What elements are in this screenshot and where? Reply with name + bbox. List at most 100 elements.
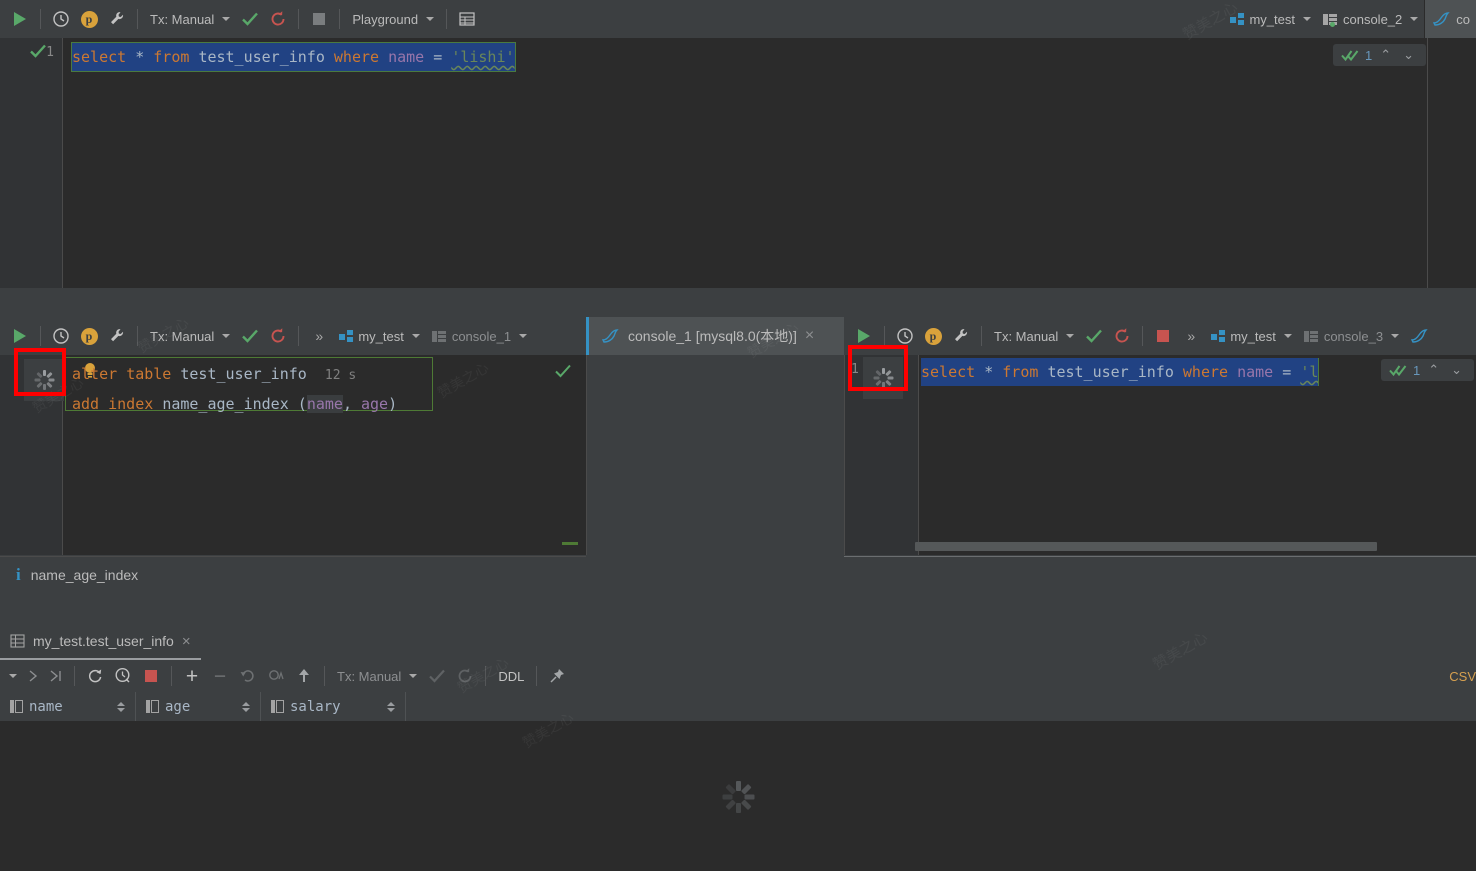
tx-mode-selector[interactable]: Tx: Manual xyxy=(144,329,236,344)
divider xyxy=(1142,326,1144,346)
commit-button[interactable] xyxy=(423,662,451,690)
csv-format-button[interactable]: CSV xyxy=(1443,669,1476,684)
data-editor-button[interactable] xyxy=(453,5,481,33)
parameters-button[interactable]: p xyxy=(75,5,103,33)
tx-mode-selector[interactable]: Tx: Manual xyxy=(331,669,423,684)
sort-toggle-icon[interactable] xyxy=(232,701,250,712)
history-button[interactable] xyxy=(891,322,919,350)
splitter-top[interactable] xyxy=(0,288,1476,317)
revert-selected-button[interactable] xyxy=(262,662,290,690)
stop-button[interactable] xyxy=(305,5,333,33)
chevron-down-icon xyxy=(409,674,418,678)
commit-button[interactable] xyxy=(236,322,264,350)
settings-button[interactable] xyxy=(103,322,131,350)
parameters-button[interactable]: p xyxy=(919,322,947,350)
datasource-selector-right[interactable]: my_test xyxy=(1205,329,1298,344)
csv-label: CSV xyxy=(1449,668,1476,684)
inspection-next-button[interactable]: ⌄ xyxy=(1399,47,1418,63)
stop-button[interactable] xyxy=(1149,322,1177,350)
column-header-age[interactable]: age xyxy=(136,692,261,721)
parameter-icon: p xyxy=(80,327,98,345)
editor-tab-partial[interactable]: co xyxy=(1425,0,1476,38)
console-selector-left[interactable]: console_1 xyxy=(426,329,533,344)
column-icon xyxy=(10,700,23,713)
close-icon[interactable]: × xyxy=(805,327,814,345)
inspection-prev-button[interactable]: ⌃ xyxy=(1376,47,1395,63)
commit-button[interactable] xyxy=(1080,322,1108,350)
first-page-button[interactable] xyxy=(0,662,22,690)
stop-button[interactable] xyxy=(137,662,165,690)
top-editor-code[interactable]: select * from test_user_info where name … xyxy=(71,42,516,72)
parameters-button[interactable]: p xyxy=(75,322,103,350)
datasource-label: my_test xyxy=(1230,328,1276,344)
history-button[interactable] xyxy=(47,322,75,350)
toolbar-overflow-button[interactable]: » xyxy=(305,322,333,350)
toolbar-overflow-button[interactable]: » xyxy=(1177,322,1205,350)
add-row-button[interactable]: + xyxy=(178,662,206,690)
console-selector-top[interactable]: console_2 xyxy=(1317,12,1424,27)
rollback-button[interactable] xyxy=(264,5,292,33)
inspection-prev-button[interactable]: ⌃ xyxy=(1424,362,1443,378)
sort-toggle-icon[interactable] xyxy=(377,701,395,712)
refresh-button[interactable] xyxy=(81,662,109,690)
console-label: console_2 xyxy=(1342,11,1403,27)
right-editor[interactable]: 1 select * from test_user_info where nam… xyxy=(844,355,1476,555)
next-page-button[interactable] xyxy=(22,662,44,690)
tx-mode-selector[interactable]: Tx: Manual xyxy=(988,329,1080,344)
panel-splitter[interactable] xyxy=(0,592,1476,624)
check-icon xyxy=(1086,329,1103,343)
divider xyxy=(981,326,982,346)
console-tab[interactable]: console_1 [mysql8.0(本地)] × xyxy=(586,317,844,355)
inspection-widget-top[interactable]: 1 ⌃ ⌄ xyxy=(1332,44,1426,66)
inspection-widget-right[interactable]: 1 ⌃ ⌄ xyxy=(1380,359,1474,381)
datasource-selector-top[interactable]: my_test xyxy=(1224,12,1317,27)
top-editor[interactable]: 1 select * from test_user_info where nam… xyxy=(0,38,1476,288)
rollback-button[interactable] xyxy=(264,322,292,350)
chevron-down-icon xyxy=(1283,334,1292,338)
loading-spinner-icon xyxy=(34,370,55,390)
commit-button[interactable] xyxy=(236,5,264,33)
remove-row-button[interactable]: − xyxy=(206,662,234,690)
left-editor[interactable]: 1 2 alter table test_user_info 12 s add … xyxy=(0,355,586,555)
divider xyxy=(324,666,325,686)
settings-button[interactable] xyxy=(103,5,131,33)
revert-button[interactable] xyxy=(234,662,262,690)
column-header-salary[interactable]: salary xyxy=(261,692,406,721)
results-tabbar: my_test.test_user_info × xyxy=(0,624,1476,660)
results-grid[interactable]: name age salary xyxy=(0,692,1476,871)
run-button[interactable] xyxy=(6,5,34,33)
settings-button[interactable] xyxy=(947,322,975,350)
wrench-icon xyxy=(111,12,124,25)
run-button[interactable] xyxy=(6,322,34,350)
rollback-button[interactable] xyxy=(451,662,479,690)
tx-mode-label: Tx: Manual xyxy=(150,11,215,27)
clock-icon xyxy=(897,328,913,344)
editor-tab-icon-right[interactable] xyxy=(1405,322,1433,350)
ddl-button[interactable]: DDL xyxy=(492,669,530,684)
last-page-button[interactable] xyxy=(44,662,68,690)
history-button[interactable] xyxy=(47,5,75,33)
submit-button[interactable] xyxy=(290,662,318,690)
sort-toggle-icon[interactable] xyxy=(107,701,125,712)
inspection-next-button[interactable]: ⌄ xyxy=(1447,362,1466,378)
column-icon xyxy=(271,700,284,713)
column-header-name[interactable]: name xyxy=(0,692,136,721)
pin-tab-button[interactable] xyxy=(543,662,571,690)
inspection-count: 1 xyxy=(1412,362,1421,378)
info-bar: i name_age_index xyxy=(0,556,586,592)
left-editor-code[interactable]: alter table test_user_info 12 s add inde… xyxy=(72,360,397,418)
console-selector-right[interactable]: console_3 xyxy=(1298,329,1405,344)
column-label: name xyxy=(29,698,63,715)
run-button[interactable] xyxy=(850,322,878,350)
schema-selector[interactable]: Playground xyxy=(346,12,440,27)
horizontal-scrollbar[interactable] xyxy=(915,542,1377,551)
rollback-button[interactable] xyxy=(1108,322,1136,350)
tx-mode-selector[interactable]: Tx: Manual xyxy=(144,12,236,27)
results-tab[interactable]: my_test.test_user_info × xyxy=(0,624,201,660)
mysql-dolphin-icon xyxy=(601,329,619,343)
editor-right-divider xyxy=(1427,38,1428,288)
close-icon[interactable]: × xyxy=(182,633,191,650)
datasource-selector-left[interactable]: my_test xyxy=(333,329,426,344)
overflow-icon: » xyxy=(315,328,324,344)
page-size-button[interactable] xyxy=(109,662,137,690)
